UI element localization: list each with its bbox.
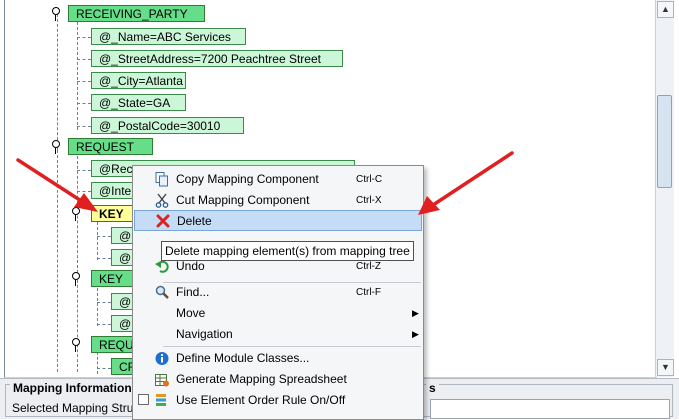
red-arrow-icon (431, 151, 514, 207)
red-arrow-head-icon (74, 193, 98, 212)
annotation-arrows (16, 151, 514, 215)
red-arrow-icon (16, 158, 88, 206)
red-arrow-head-icon (418, 196, 440, 215)
